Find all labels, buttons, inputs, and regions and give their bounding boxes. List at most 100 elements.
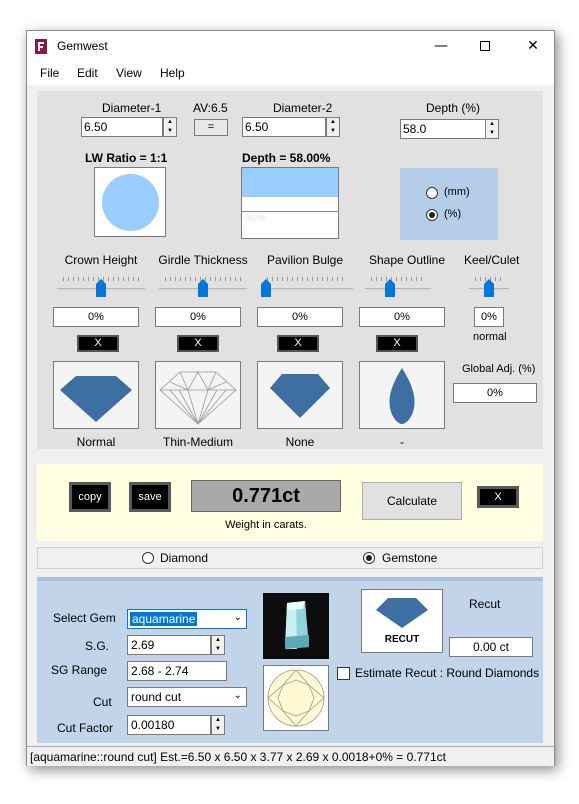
keel-culet-slider[interactable] [469, 275, 509, 299]
shape-outline-slider-thumb[interactable] [384, 279, 395, 297]
round-cut-icon [267, 669, 325, 727]
gemstone-label: Gemstone [382, 551, 438, 565]
girdle-thickness-shape [155, 361, 241, 429]
girdle-thickness-caption: Thin-Medium [162, 435, 234, 449]
unit-pct-label: (%) [444, 208, 462, 220]
unit-pct-radio[interactable] [426, 209, 438, 221]
pavilion-bulge-value[interactable]: 0% [257, 307, 343, 327]
global-adj-label: Global Adj. (%) [462, 363, 536, 375]
depth-spinner[interactable]: ▲ ▼ [485, 119, 499, 139]
girdle-thickness-slider-thumb[interactable] [198, 279, 208, 297]
pavilion-bulge-slider-thumb[interactable] [261, 279, 271, 297]
select-gem-value: aquamarine [130, 612, 198, 626]
diameter1-input[interactable]: 6.50 [81, 117, 163, 137]
keel-culet-slider-thumb[interactable] [484, 279, 494, 297]
shape-outline-caption: - [400, 435, 404, 449]
cut-label: Cut [93, 695, 112, 709]
av-label: AV:6.5 [193, 101, 228, 115]
girdle-thickness-value[interactable]: 0% [155, 307, 241, 327]
recut-title: Recut [469, 597, 501, 611]
sg-label: S.G. [85, 639, 110, 653]
minimize-button[interactable]: — [419, 31, 463, 61]
select-gem-dropdown[interactable]: aquamarine ⌄ [127, 609, 247, 629]
sg-range-label: SG Range [51, 663, 108, 677]
depth-line [242, 211, 338, 212]
lw-ratio-label: LW Ratio = 1:1 [85, 151, 168, 165]
diameter1-spinner[interactable]: ▲ ▼ [163, 117, 177, 137]
menu-help[interactable]: Help [160, 66, 185, 80]
weight-display: 0.771ct [191, 480, 341, 512]
units-group: (mm) (%) [400, 168, 498, 240]
shape-outline-shape [359, 361, 445, 429]
maximize-button[interactable] [463, 31, 507, 61]
pavilion-bulge-shape [257, 361, 343, 429]
girdle-thickness-reset-button[interactable]: X [177, 335, 219, 352]
copy-button[interactable]: copy [69, 482, 111, 512]
pavilion-bulge-label: Pavilion Bulge [266, 253, 344, 267]
chevron-down-icon: ⌄ [233, 690, 242, 701]
menu-edit[interactable]: Edit [77, 66, 98, 80]
recut-button[interactable]: RECUT [361, 589, 443, 653]
aquamarine-crystal-icon [285, 601, 309, 649]
depth-bar-label: 60% [246, 213, 267, 224]
shape-outline-slider[interactable] [365, 275, 431, 299]
calculate-button[interactable]: Calculate [362, 482, 462, 520]
status-bar: [aquamarine::round cut] Est.=6.50 x 6.50… [27, 746, 554, 766]
app-window: Gemwest — ✕ File Edit View Help Diameter… [26, 30, 555, 766]
pavilion-bulge-slider[interactable] [261, 275, 353, 299]
menu-view[interactable]: View [116, 66, 142, 80]
shape-outline-value[interactable]: 0% [359, 307, 445, 327]
unit-mm-radio[interactable] [426, 187, 438, 199]
depth-input[interactable]: 58.0 [400, 119, 486, 139]
crown-height-caption: Normal [76, 435, 116, 449]
window-title: Gemwest [57, 39, 108, 53]
app-logo-icon [35, 39, 47, 54]
diamond-wireframe-icon [159, 371, 237, 426]
cut-diagram [263, 665, 329, 731]
crown-height-slider-thumb[interactable] [96, 279, 106, 297]
select-gem-label: Select Gem [53, 611, 116, 625]
pavilion-bulge-caption: None [285, 435, 315, 449]
average-equal-button[interactable]: = [194, 119, 228, 136]
pear-outline-icon [389, 368, 415, 424]
weight-panel: copy save 0.771ct Weight in carats. Calc… [37, 461, 543, 541]
crown-height-slider[interactable] [57, 275, 145, 299]
menu-file[interactable]: File [40, 66, 59, 80]
cut-factor-spinner[interactable]: ▲ ▼ [211, 715, 225, 735]
sg-input[interactable]: 2.69 [127, 635, 211, 655]
weight-reset-button[interactable]: X [477, 486, 519, 508]
depth-fill [242, 168, 338, 198]
type-selector: Diamond Gemstone [37, 547, 543, 569]
chevron-down-icon: ⌄ [233, 612, 242, 623]
recut-value: 0.00 ct [449, 637, 533, 657]
crown-height-value[interactable]: 0% [53, 307, 139, 327]
girdle-thickness-slider[interactable] [159, 275, 247, 299]
diameter2-spinner[interactable]: ▲ ▼ [326, 117, 340, 137]
diameter2-input[interactable]: 6.50 [242, 117, 326, 137]
pavilion-bulge-reset-button[interactable]: X [277, 335, 319, 352]
gem-panel: Select Gem aquamarine ⌄ S.G. 2.69 ▲ ▼ SG … [37, 577, 543, 743]
depth-label: Depth (%) [426, 101, 481, 115]
title-bar: Gemwest — ✕ [27, 31, 554, 61]
save-button[interactable]: save [129, 482, 171, 512]
sg-spinner[interactable]: ▲ ▼ [211, 635, 225, 655]
recut-button-label: RECUT [384, 634, 420, 645]
cut-dropdown[interactable]: round cut ⌄ [127, 687, 247, 707]
depth-preview: 60% [241, 167, 339, 239]
estimate-recut-label: Estimate Recut : Round Diamonds [355, 666, 540, 680]
crown-profile-icon [60, 376, 132, 422]
shape-outline-label: Shape Outline [368, 253, 446, 267]
diamond-label: Diamond [160, 551, 209, 565]
crown-height-reset-button[interactable]: X [77, 335, 119, 352]
global-adj-value[interactable]: 0% [453, 383, 537, 403]
close-button[interactable]: ✕ [511, 31, 555, 61]
estimate-recut-checkbox[interactable] [337, 667, 350, 680]
cut-factor-label: Cut Factor [57, 721, 114, 735]
cut-factor-input[interactable]: 0.00180 [127, 715, 211, 735]
diamond-radio[interactable] [142, 552, 154, 564]
gemstone-radio[interactable] [363, 552, 375, 564]
keel-culet-value[interactable]: 0% [474, 307, 504, 327]
shape-outline-reset-button[interactable]: X [376, 335, 418, 352]
diameter2-label: Diameter-2 [273, 101, 333, 115]
sg-range-input[interactable]: 2.68 - 2.74 [127, 661, 227, 681]
